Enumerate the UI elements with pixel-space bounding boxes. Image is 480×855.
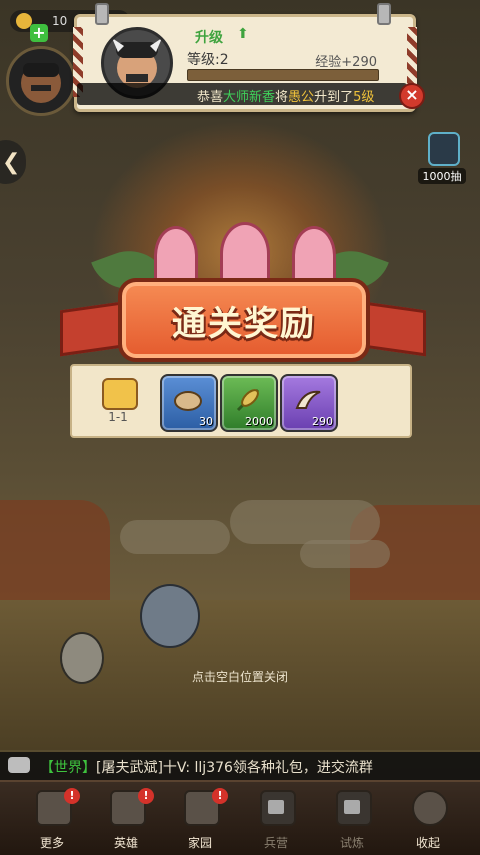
- cloud: [230, 500, 380, 544]
- nav-heroes[interactable]: ! 英雄: [96, 788, 156, 852]
- chevron-down-icon: [412, 790, 448, 826]
- nav-collapse[interactable]: 收起: [398, 788, 458, 852]
- nav-label: 家园: [187, 836, 212, 850]
- alert-badge: !: [138, 788, 154, 804]
- reward-item-stone[interactable]: 30: [160, 374, 218, 432]
- alert-badge: !: [212, 788, 228, 804]
- stone-icon: [174, 391, 202, 411]
- stage-label: 1-1: [108, 410, 128, 424]
- level-text: 等级:2: [187, 52, 229, 68]
- nav-home[interactable]: ! 家园: [170, 788, 230, 852]
- banner-title: 通关奖励: [172, 304, 316, 344]
- grain-icon: [236, 388, 260, 412]
- level-up-notice: 升级 ⬆ 等级:2 经验+290 恭喜大师新香将愚公升到了5级 ×: [73, 3, 425, 112]
- avatar-face-icon: [21, 63, 61, 103]
- broadcast-text: 恭喜大师新香将愚公升到了5级: [197, 90, 375, 105]
- nav-barracks[interactable]: 兵营: [246, 788, 306, 852]
- horn-icon: [295, 390, 321, 409]
- add-resource-button[interactable]: +: [30, 24, 48, 42]
- exp-bar: [187, 69, 379, 81]
- hero-character: [140, 584, 200, 648]
- cloud: [120, 520, 230, 554]
- broadcast-ticker: 恭喜大师新香将愚公升到了5级: [77, 83, 407, 105]
- lock-icon: [344, 800, 360, 814]
- reward-item-grain[interactable]: 2000: [220, 374, 278, 432]
- chat-message: [屠夫武斌]十V: llj376领各种礼包，进交流群: [96, 760, 373, 776]
- crown-decoration: [292, 226, 336, 286]
- crown-decoration: [154, 226, 198, 286]
- left-cliff: [0, 500, 110, 610]
- exp-text: 经验+290: [315, 55, 377, 70]
- item-count: 2000: [245, 415, 273, 428]
- draw-label: 1000抽: [418, 168, 466, 184]
- draw-chest-icon: [428, 132, 460, 166]
- close-notice-button[interactable]: ×: [399, 83, 425, 109]
- item-count: 290: [312, 415, 333, 428]
- nav-trial[interactable]: 试炼: [322, 788, 382, 852]
- nav-label: 更多: [39, 836, 64, 850]
- stage-reward: 1-1: [98, 378, 138, 428]
- lock-icon: [268, 800, 284, 814]
- alert-badge: !: [64, 788, 80, 804]
- chat-bubble-icon: [8, 757, 30, 773]
- up-arrow-icon: ⬆: [237, 26, 249, 42]
- item-count: 30: [199, 415, 213, 428]
- chest-icon: [102, 378, 138, 410]
- reward-banner: 通关奖励: [118, 278, 370, 362]
- player-avatar[interactable]: [6, 46, 76, 116]
- crown-decoration: [220, 222, 270, 286]
- nav-label: 试炼: [339, 836, 364, 850]
- nav-label: 英雄: [113, 836, 138, 850]
- nav-label: 兵营: [263, 836, 288, 850]
- world-chat-bar[interactable]: 【世界】 [屠夫武斌]十V: llj376领各种礼包，进交流群: [0, 752, 480, 780]
- level-up-title: 升级: [195, 30, 223, 46]
- draw-1000-button[interactable]: 1000抽: [418, 132, 466, 188]
- hook-icon: [95, 3, 109, 25]
- chevron-left-icon: ❮: [2, 150, 21, 175]
- reward-panel: 1-1 30 2000 290: [70, 364, 412, 438]
- bottom-nav: ! 更多 ! 英雄 ! 家园 兵营 试炼 收起: [0, 780, 480, 855]
- chat-channel: 【世界】: [40, 760, 96, 776]
- reward-item-horn[interactable]: 290: [280, 374, 338, 432]
- cloud: [300, 540, 390, 568]
- hook-icon: [377, 3, 391, 25]
- nav-more[interactable]: ! 更多: [22, 788, 82, 852]
- nav-label: 收起: [415, 836, 440, 850]
- close-hint: 点击空白位置关闭: [191, 670, 288, 684]
- resource-value: 10: [52, 14, 68, 28]
